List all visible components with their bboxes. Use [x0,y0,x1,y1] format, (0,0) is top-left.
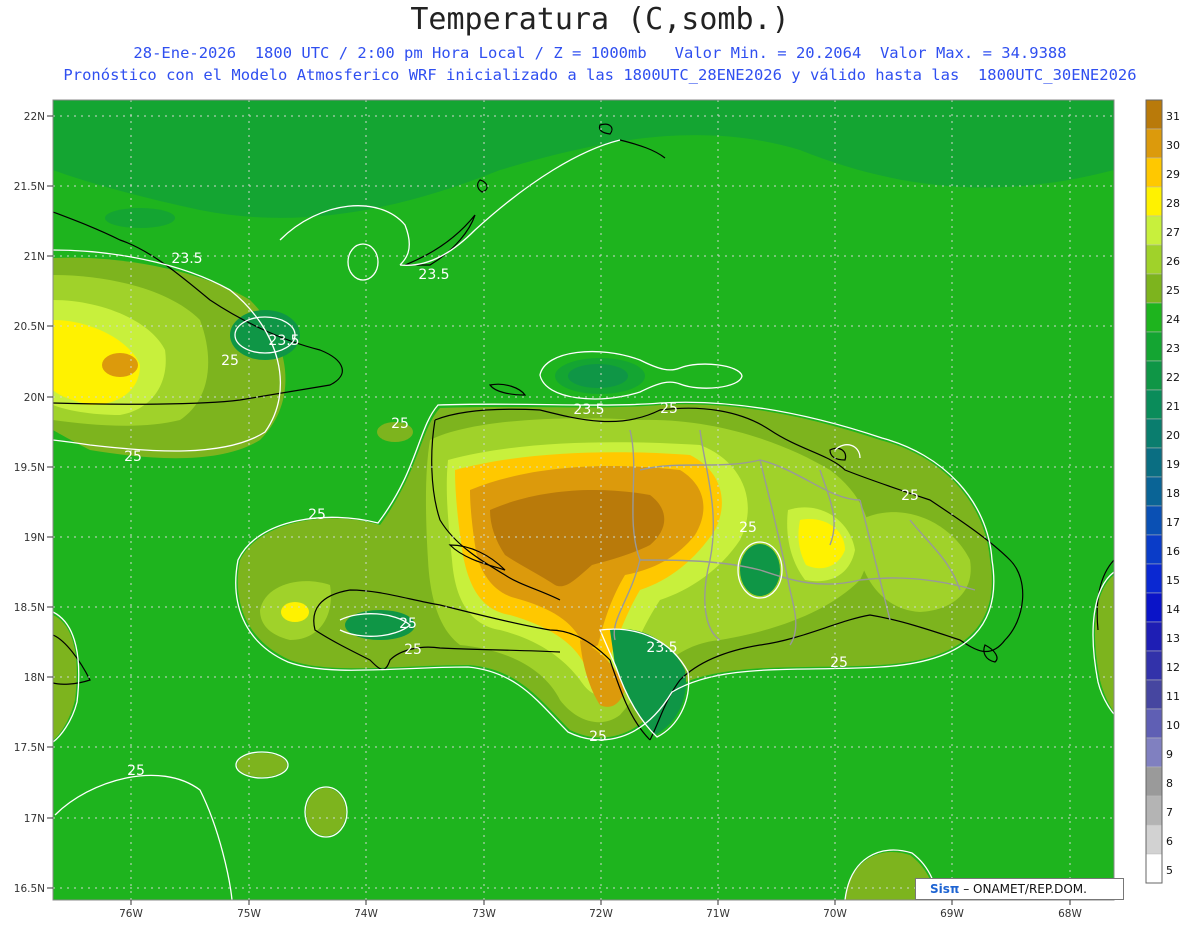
lat-label: 20N [24,392,45,404]
colorbar-label: 30 [1166,139,1180,152]
colorbar-label: 24 [1166,313,1180,326]
lat-label: 17N [24,813,45,825]
colorbar-label: 22 [1166,371,1180,384]
lat-label: 21.5N [14,181,45,193]
colorbar-swatch [1145,592,1163,623]
colorbar-swatch [1145,824,1163,855]
colorbar-label: 11 [1166,690,1180,703]
colorbar-swatch [1145,476,1163,507]
contour-label: 25 [127,763,145,779]
lon-label: 68W [1058,908,1082,920]
lon-label: 70W [823,908,847,920]
contour-label: 25 [221,353,239,369]
colorbar-swatch [1145,853,1163,884]
colorbar-label: 29 [1166,168,1180,181]
colorbar-label: 17 [1166,516,1180,529]
contour-label: 25 [739,520,757,536]
colorbar-swatch [1145,795,1163,826]
sispi-logo: Sisπ [930,882,960,896]
colorbar-label: 28 [1166,197,1180,210]
temperature-map: 22N 21.5N 21N 20.5N 20N 19.5N 19N 18.5N … [14,99,1180,920]
colorbar-label: 5 [1166,864,1173,877]
lon-label: 74W [354,908,378,920]
contour-label: 25 [830,655,848,671]
colorbar-swatch [1145,128,1163,159]
temperature-colorbar: 31 30 29 28 27 26 25 24 23 22 21 20 19 18 17 16 15 14 13 12… [1145,99,1180,884]
colorbar-swatch [1145,679,1163,710]
colorbar-swatch [1145,157,1163,188]
lat-label: 18.5N [14,602,45,614]
colorbar-label: 20 [1166,429,1180,442]
lat-label: 22N [24,111,45,123]
colorbar-swatch [1145,534,1163,565]
colorbar-label: 6 [1166,835,1173,848]
contour-label: 25 [660,401,678,417]
colorbar-swatch [1145,99,1163,130]
contour-label: 25 [124,449,142,465]
colorbar-label: 14 [1166,603,1180,616]
contour-label: 25 [391,416,409,432]
colorbar-swatch [1145,186,1163,217]
contour-label: 23.5 [171,251,202,267]
colorbar-label: 8 [1166,777,1173,790]
colorbar-swatch [1145,360,1163,391]
credit-text: – ONAMET/REP.DOM. [963,882,1087,896]
colorbar-swatch [1145,273,1163,304]
longitude-axis: 76W 75W 74W 73W 72W 71W 70W 69W 68W [119,900,1082,920]
colorbar-swatch [1145,244,1163,275]
colorbar-swatch [1145,650,1163,681]
lat-label: 16.5N [14,883,45,895]
contour-label: 25 [399,616,417,632]
contour-label: 25 [589,729,607,745]
colorbar-label: 16 [1166,545,1180,558]
lat-label: 19.5N [14,462,45,474]
colorbar-label: 13 [1166,632,1180,645]
lon-label: 72W [589,908,613,920]
lon-label: 73W [472,908,496,920]
contour-label: 23.5 [646,640,677,656]
latitude-axis: 22N 21.5N 21N 20.5N 20N 19.5N 19N 18.5N … [14,111,53,895]
colorbar-swatch [1145,621,1163,652]
lon-label: 76W [119,908,143,920]
lat-label: 17.5N [14,742,45,754]
lon-label: 69W [940,908,964,920]
colorbar-swatch [1145,563,1163,594]
colorbar-swatch [1145,737,1163,768]
colorbar-label: 7 [1166,806,1173,819]
contour-label: 23.5 [573,402,604,418]
colorbar-swatch [1145,302,1163,333]
lat-label: 20.5N [14,321,45,333]
colorbar-label: 10 [1166,719,1180,732]
colorbar-swatch [1145,505,1163,536]
colorbar-swatch [1145,331,1163,362]
colorbar-swatch [1145,708,1163,739]
colorbar-label: 31 [1166,110,1180,123]
colorbar-label: 9 [1166,748,1173,761]
credit-box: Sisπ – ONAMET/REP.DOM. [915,878,1124,900]
contour-label: 23.5 [418,267,449,283]
colorbar-swatch [1145,215,1163,246]
colorbar-label: 21 [1166,400,1180,413]
colorbar-label: 26 [1166,255,1180,268]
colorbar-swatch [1145,766,1163,797]
lat-label: 21N [24,251,45,263]
lon-label: 75W [237,908,261,920]
contour-label: 25 [901,488,919,504]
colorbar-label: 27 [1166,226,1180,239]
colorbar-label: 19 [1166,458,1180,471]
contour-label: 25 [404,642,422,658]
colorbar-swatch [1145,418,1163,449]
contour-label: 25 [308,507,326,523]
lat-label: 19N [24,532,45,544]
colorbar-swatch [1145,447,1163,478]
colorbar-label: 23 [1166,342,1180,355]
lat-label: 18N [24,672,45,684]
colorbar-label: 15 [1166,574,1180,587]
colorbar-swatch [1145,389,1163,420]
colorbar-label: 25 [1166,284,1180,297]
colorbar-label: 18 [1166,487,1180,500]
contour-label: 23.5 [268,333,299,349]
lon-label: 71W [706,908,730,920]
colorbar-label: 12 [1166,661,1180,674]
